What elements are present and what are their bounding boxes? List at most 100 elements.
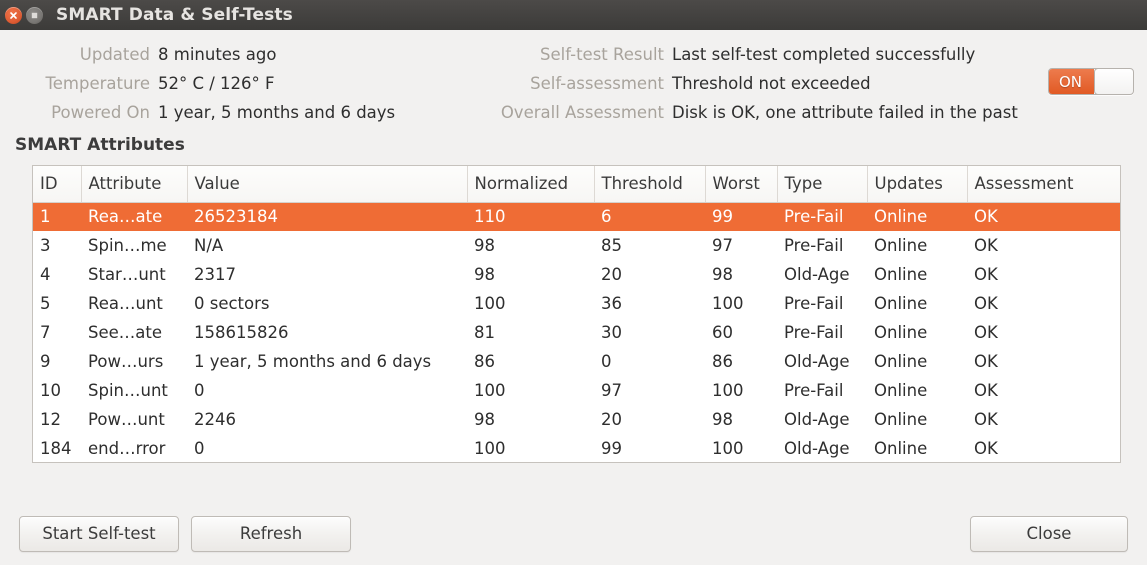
start-self-test-button[interactable]: Start Self-test	[19, 516, 179, 552]
dialog-footer: Start Self-test Refresh Close	[0, 503, 1147, 565]
cell-type: Pre-Fail	[784, 236, 844, 255]
table-row[interactable]: 3 Spin…me N/A 98 85 97 Pre-Fail Online OK	[33, 231, 1120, 260]
temperature-value: 52° C / 126° F	[158, 74, 275, 93]
cell-id: 7	[40, 323, 51, 342]
cell-assessment: OK	[974, 439, 998, 458]
cell-attribute: Spin…unt	[88, 381, 168, 400]
smart-enabled-toggle[interactable]: ON	[1048, 68, 1134, 95]
cell-assessment: OK	[974, 294, 998, 313]
window-maximize-icon[interactable]	[26, 6, 43, 24]
smart-enabled-toggle-wrap: ON	[1048, 68, 1134, 95]
cell-threshold: 30	[601, 323, 622, 342]
column-header-id[interactable]: ID	[33, 166, 82, 203]
cell-worst: 98	[712, 410, 733, 429]
cell-id: 9	[40, 352, 51, 371]
cell-worst: 97	[712, 236, 733, 255]
cell-worst: 100	[712, 294, 744, 313]
cell-id: 5	[40, 294, 51, 313]
cell-type: Old-Age	[784, 265, 850, 284]
cell-normalized: 110	[467, 202, 594, 231]
updated-value: 8 minutes ago	[158, 45, 277, 64]
column-header-type[interactable]: Type	[777, 166, 868, 203]
table-row[interactable]: 4 Star…unt 2317 98 20 98 Old-Age Online OK	[33, 260, 1120, 289]
column-header-updates[interactable]: Updates	[867, 166, 968, 203]
cell-updates: Online	[874, 236, 928, 255]
column-header-normalized[interactable]: Normalized	[467, 166, 595, 203]
cell-attribute: end…rror	[88, 439, 166, 458]
table-row[interactable]: 1 Rea…ate 26523184 110 6 99 Pre-Fail Online OK	[33, 202, 1120, 231]
overall-assessment-label: Overall Assessment	[500, 103, 664, 122]
cell-threshold: 36	[601, 294, 622, 313]
window-content: Updated 8 minutes ago Self-test Result L…	[0, 30, 1147, 565]
cell-normalized: 100	[474, 294, 506, 313]
cell-assessment: OK	[974, 410, 998, 429]
powered-on-value: 1 year, 5 months and 6 days	[158, 103, 396, 122]
cell-attribute: Spin…me	[88, 236, 167, 255]
table-row[interactable]: 5 Rea…unt 0 sectors 100 36 100 Pre-Fail Online O…	[33, 289, 1120, 318]
cell-threshold: 97	[601, 381, 622, 400]
cell-assessment: OK	[974, 381, 998, 400]
window-title: SMART Data & Self-Tests	[56, 5, 293, 25]
self-assessment-label: Self-assessment	[530, 74, 664, 93]
self-test-result-label: Self-test Result	[540, 45, 664, 64]
cell-id: 4	[40, 265, 51, 284]
cell-threshold: 20	[601, 410, 622, 429]
table-row[interactable]: 184 end…rror 0 100 99 100 Old-Age Online OK	[33, 434, 1120, 462]
cell-type: Old-Age	[784, 410, 850, 429]
cell-id: 1	[33, 202, 81, 231]
cell-threshold: 0	[601, 352, 612, 371]
cell-type: Pre-Fail	[784, 323, 844, 342]
cell-value: 26523184	[187, 202, 467, 231]
cell-value: 0	[194, 439, 205, 458]
cell-normalized: 98	[474, 410, 495, 429]
cell-worst: 100	[712, 439, 744, 458]
cell-updates: Online	[874, 439, 928, 458]
cell-value: N/A	[194, 236, 224, 255]
toggle-state-label: ON	[1049, 69, 1094, 94]
cell-value: 158615826	[194, 323, 289, 342]
cell-normalized: 86	[474, 352, 495, 371]
powered-on-label: Powered On	[51, 103, 150, 122]
column-header-value[interactable]: Value	[187, 166, 468, 203]
self-test-result-value: Last self-test completed successfully	[672, 45, 976, 64]
cell-id: 184	[40, 439, 72, 458]
column-header-threshold[interactable]: Threshold	[594, 166, 706, 203]
cell-assessment: OK	[974, 265, 998, 284]
cell-value: 2317	[194, 265, 236, 284]
column-header-attribute[interactable]: Attribute	[81, 166, 188, 203]
table-body: 1 Rea…ate 26523184 110 6 99 Pre-Fail Online OK 3 S…	[33, 202, 1120, 462]
window-titlebar: SMART Data & Self-Tests	[0, 0, 1147, 30]
table-header-row: ID Attribute Value Normalized Threshold …	[33, 166, 1120, 203]
column-header-worst[interactable]: Worst	[705, 166, 778, 203]
cell-worst: 60	[712, 323, 733, 342]
cell-worst: 99	[705, 202, 777, 231]
cell-threshold: 20	[601, 265, 622, 284]
column-header-assessment[interactable]: Assessment	[967, 166, 1120, 203]
cell-worst: 86	[712, 352, 733, 371]
table-row[interactable]: 10 Spin…unt 0 100 97 100 Pre-Fail Online OK	[33, 376, 1120, 405]
cell-type: Pre-Fail	[777, 202, 867, 231]
cell-attribute: Star…unt	[88, 265, 166, 284]
cell-updates: Online	[874, 381, 928, 400]
cell-normalized: 98	[474, 236, 495, 255]
window-close-icon[interactable]	[5, 6, 22, 24]
table-row[interactable]: 7 See…ate 158615826 81 30 60 Pre-Fail Online OK	[33, 318, 1120, 347]
cell-type: Pre-Fail	[784, 381, 844, 400]
table-header: ID Attribute Value Normalized Threshold …	[33, 166, 1120, 203]
cell-normalized: 100	[474, 381, 506, 400]
refresh-button[interactable]: Refresh	[191, 516, 351, 552]
page-title: SMART Attributes	[15, 135, 185, 155]
table-row[interactable]: 9 Pow…urs 1 year, 5 months and 6 days 86 0 86…	[33, 347, 1120, 376]
cell-threshold: 99	[601, 439, 622, 458]
close-button[interactable]: Close	[970, 516, 1128, 552]
cell-updates: Online	[874, 323, 928, 342]
cell-value: 0 sectors	[194, 294, 270, 313]
cell-assessment: OK	[974, 323, 998, 342]
table-row[interactable]: 12 Pow…unt 2246 98 20 98 Old-Age Online OK	[33, 405, 1120, 434]
cell-assessment: OK	[974, 352, 998, 371]
overall-assessment-value: Disk is OK, one attribute failed in the …	[672, 103, 1018, 122]
toggle-knob[interactable]	[1094, 69, 1133, 94]
cell-normalized: 100	[474, 439, 506, 458]
cell-worst: 98	[712, 265, 733, 284]
smart-attributes-table-frame: ID Attribute Value Normalized Threshold …	[32, 165, 1121, 463]
